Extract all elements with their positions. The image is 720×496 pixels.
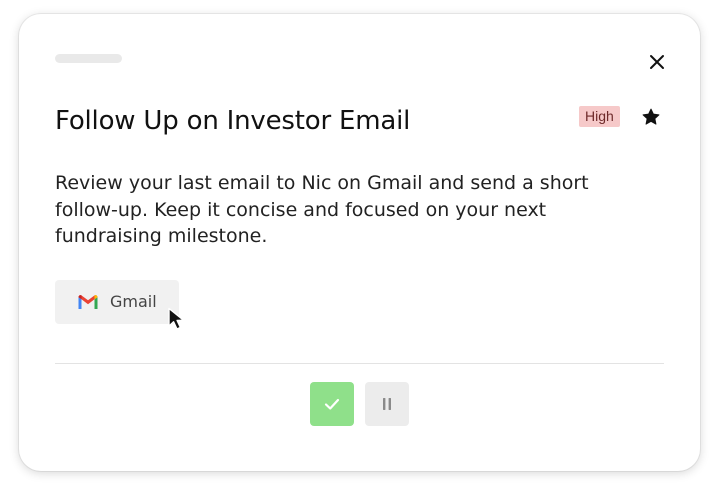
close-icon (650, 55, 664, 69)
pause-icon (383, 398, 391, 410)
task-card: Follow Up on Investor Email High Review … (19, 14, 700, 471)
complete-button[interactable] (310, 382, 354, 426)
pause-button[interactable] (365, 382, 409, 426)
task-description: Review your last email to Nic on Gmail a… (55, 172, 589, 247)
gmail-label: Gmail (110, 292, 157, 311)
star-button[interactable] (641, 107, 661, 127)
gmail-app-button[interactable]: Gmail (55, 280, 179, 324)
divider (55, 363, 664, 364)
gmail-icon (78, 295, 98, 309)
close-button[interactable] (645, 50, 669, 74)
priority-badge: High (579, 106, 620, 127)
task-title: Follow Up on Investor Email (55, 106, 411, 136)
drag-handle[interactable] (55, 54, 122, 63)
check-icon (324, 398, 340, 410)
star-icon (642, 108, 660, 125)
